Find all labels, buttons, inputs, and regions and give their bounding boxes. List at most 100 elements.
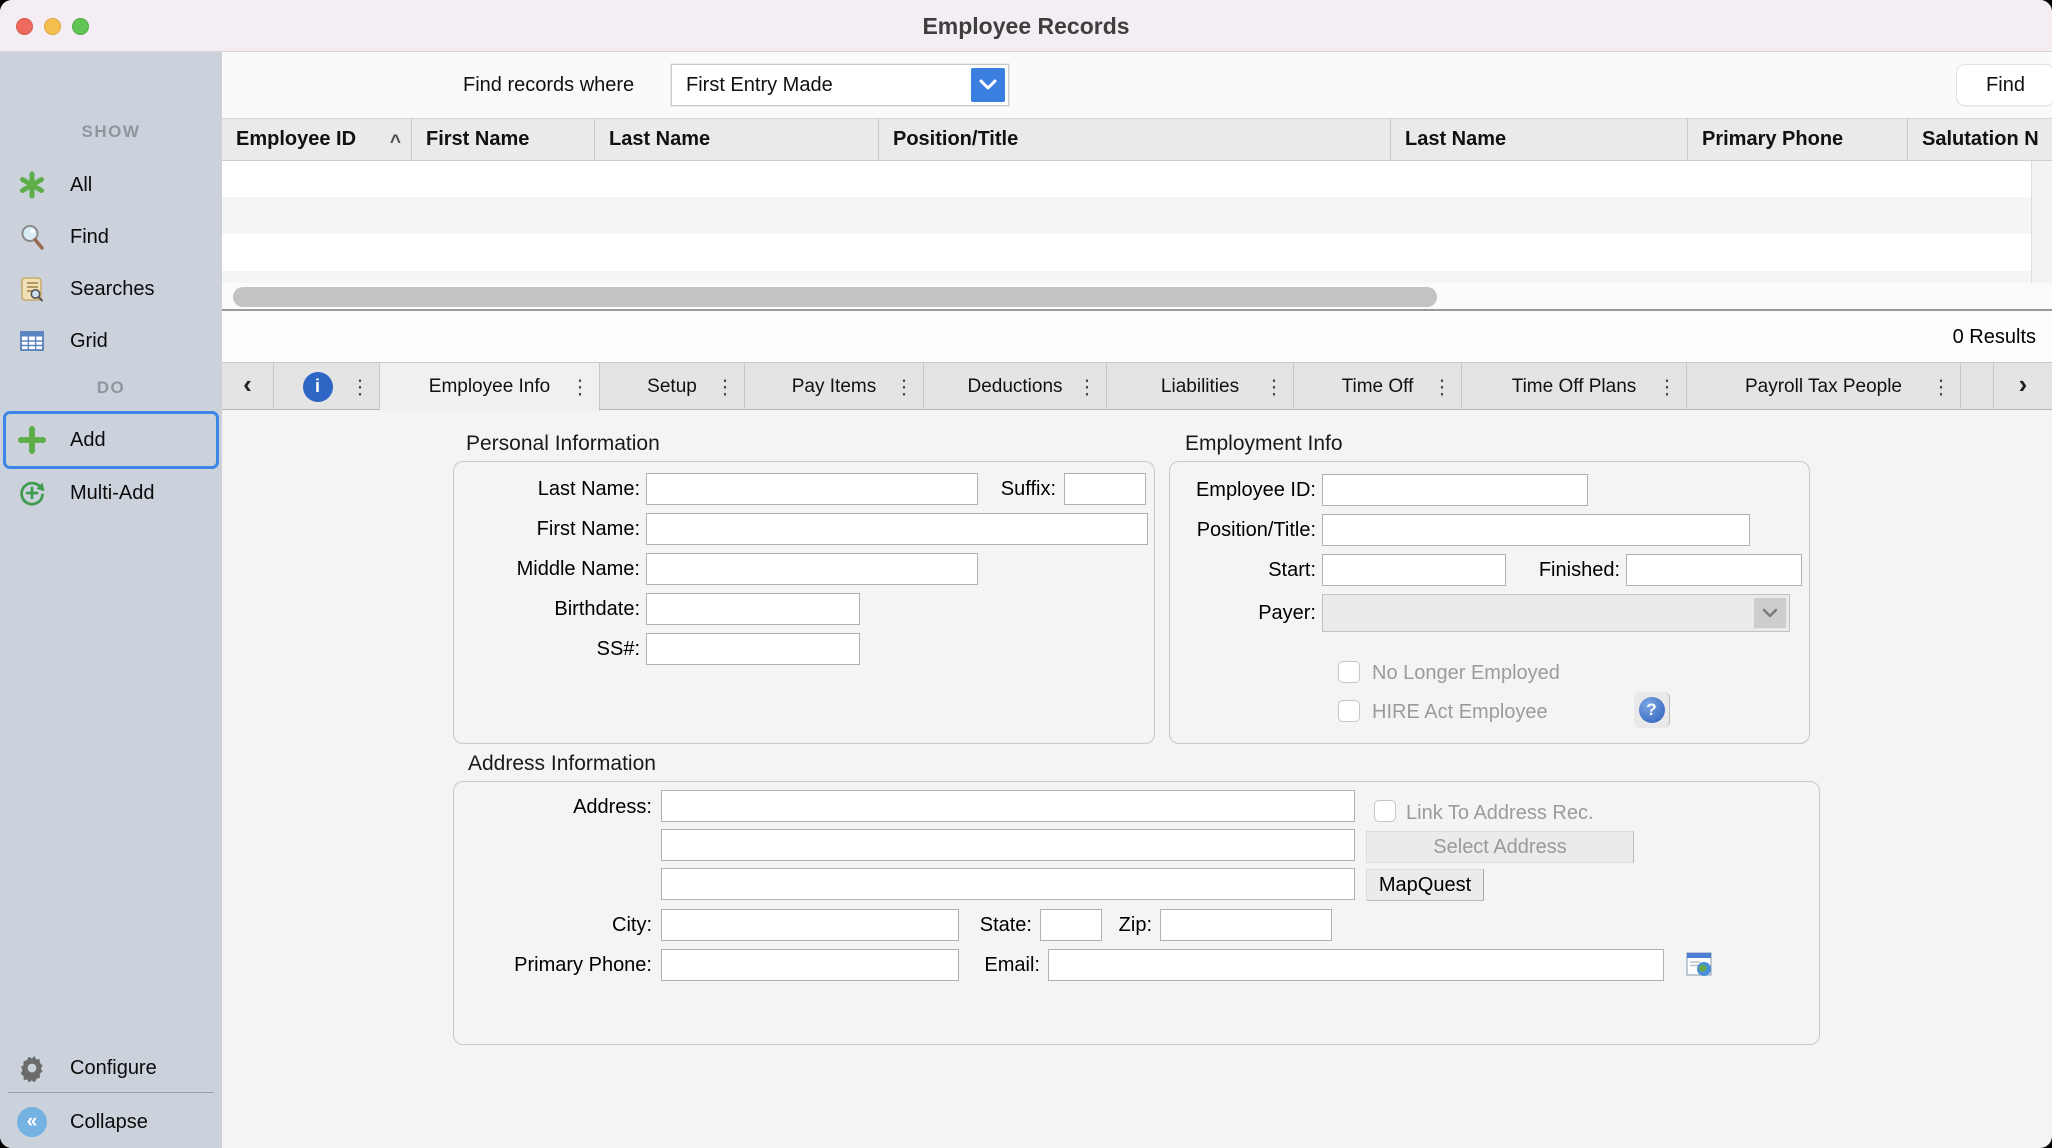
sidebar-item-collapse[interactable]: « Collapse (0, 1105, 222, 1139)
city-field[interactable] (661, 909, 959, 941)
field-dropdown[interactable]: First Entry Made (671, 64, 1009, 106)
more-options-icon[interactable]: ⋮ (350, 374, 370, 399)
tab-record-info[interactable]: i ⋮ (274, 363, 380, 410)
results-table-body (222, 161, 2052, 283)
tab-deductions[interactable]: Deductions ⋮ (924, 363, 1107, 410)
results-count: 0 Results (1953, 311, 2036, 363)
collapse-icon: « (16, 1106, 48, 1138)
sidebar-section-show: SHOW (0, 122, 222, 142)
email-label: Email: (960, 954, 1040, 977)
column-header-last-name[interactable]: Last Name (595, 119, 879, 160)
hire-act-label: HIRE Act Employee (1372, 701, 1548, 724)
find-button[interactable]: Find (1956, 64, 2052, 106)
tab-setup[interactable]: Setup ⋮ (600, 363, 745, 410)
select-address-button[interactable]: Select Address (1366, 831, 1634, 863)
column-header-last-name-2[interactable]: Last Name (1391, 119, 1688, 160)
horizontal-scrollbar-thumb[interactable] (233, 287, 1437, 307)
more-options-icon[interactable]: ⋮ (1077, 374, 1097, 399)
results-status-row: 0 Results (222, 311, 2052, 363)
find-bar: Find records where First Entry Made Find… (222, 52, 2052, 118)
first-name-field[interactable] (646, 513, 1148, 545)
plus-icon (16, 424, 48, 456)
more-options-icon[interactable]: ⋮ (1432, 374, 1452, 399)
address-line-1-field[interactable] (661, 790, 1355, 822)
gear-icon (16, 1052, 48, 1084)
ssn-field[interactable] (646, 633, 860, 665)
sort-ascending-icon: ^ (390, 122, 401, 160)
more-options-icon[interactable]: ⋮ (1264, 374, 1284, 399)
position-title-field[interactable] (1322, 514, 1750, 546)
chevron-down-icon[interactable] (1754, 598, 1786, 628)
employee-id-field[interactable] (1322, 474, 1588, 506)
column-header-first-name[interactable]: First Name (412, 119, 595, 160)
more-options-icon[interactable]: ⋮ (570, 375, 590, 400)
table-row (222, 197, 2052, 234)
tab-time-off-plans[interactable]: Time Off Plans ⋮ (1462, 363, 1687, 410)
tab-pay-items[interactable]: Pay Items ⋮ (745, 363, 924, 410)
sidebar-item-searches[interactable]: Searches (0, 272, 222, 306)
sidebar-item-label: Grid (70, 324, 108, 358)
asterisk-icon (16, 169, 48, 201)
address-information-heading: Address Information (468, 752, 656, 776)
more-options-icon[interactable]: ⋮ (715, 374, 735, 399)
primary-phone-field[interactable] (661, 949, 959, 981)
position-title-label: Position/Title: (1096, 519, 1316, 542)
column-header-position-title[interactable]: Position/Title (879, 119, 1391, 160)
first-name-label: First Name: (420, 518, 640, 541)
more-options-icon[interactable]: ⋮ (1931, 374, 1951, 399)
start-date-field[interactable] (1322, 554, 1506, 586)
sidebar-item-multi-add[interactable]: Multi-Add (0, 476, 222, 510)
email-browser-icon[interactable] (1686, 951, 1713, 978)
no-longer-employed-label: No Longer Employed (1372, 662, 1560, 685)
payer-dropdown[interactable] (1322, 594, 1790, 632)
title-bar: Employee Records (0, 0, 2052, 52)
middle-name-label: Middle Name: (420, 558, 640, 581)
help-button[interactable]: ? (1634, 692, 1670, 728)
sidebar-item-grid[interactable]: Grid (0, 324, 222, 358)
email-field[interactable] (1048, 949, 1664, 981)
link-to-address-checkbox[interactable] (1374, 800, 1396, 822)
sidebar-item-find[interactable]: Find (0, 220, 222, 254)
horizontal-scrollbar-track[interactable] (222, 283, 2052, 309)
payer-label: Payer: (1096, 602, 1316, 625)
vertical-scrollbar-track[interactable] (2031, 161, 2052, 283)
sidebar-section-do: DO (0, 378, 222, 398)
tab-employee-info[interactable]: Employee Info ⋮ (380, 363, 600, 411)
tab-time-off[interactable]: Time Off ⋮ (1294, 363, 1462, 410)
address-line-2-field[interactable] (661, 829, 1355, 861)
hire-act-checkbox[interactable] (1338, 700, 1360, 722)
chevron-left-icon: ‹ (243, 369, 252, 404)
sidebar-item-label: Searches (70, 272, 155, 306)
start-label: Start: (1096, 559, 1316, 582)
birthdate-field[interactable] (646, 593, 860, 625)
address-line-3-field[interactable] (661, 868, 1355, 900)
last-name-field[interactable] (646, 473, 978, 505)
chevron-down-icon[interactable] (971, 68, 1005, 102)
column-header-employee-id[interactable]: Employee ID ^ (222, 119, 412, 160)
tabs-scroll-right-button[interactable]: › (1994, 363, 2052, 410)
sidebar-item-configure[interactable]: Configure (0, 1051, 222, 1085)
more-options-icon[interactable]: ⋮ (1657, 374, 1677, 399)
tabs-scroll-left-button[interactable]: ‹ (222, 363, 274, 410)
address-label: Address: (432, 796, 652, 819)
more-options-icon[interactable]: ⋮ (894, 374, 914, 399)
suffix-label: Suffix: (986, 478, 1056, 501)
field-dropdown-value: First Entry Made (686, 65, 833, 105)
results-table-header: Employee ID ^ First Name Last Name Posit… (222, 118, 2052, 161)
last-name-label: Last Name: (420, 478, 640, 501)
finished-label: Finished: (1500, 559, 1620, 582)
no-longer-employed-checkbox[interactable] (1338, 661, 1360, 683)
sidebar-item-add[interactable]: Add (0, 423, 222, 457)
middle-name-field[interactable] (646, 553, 978, 585)
column-header-primary-phone[interactable]: Primary Phone (1688, 119, 1908, 160)
mapquest-button[interactable]: MapQuest (1366, 869, 1484, 901)
zip-field[interactable] (1160, 909, 1332, 941)
tab-bar: ‹ i ⋮ Employee Info ⋮ Setup ⋮ Pay Items … (222, 363, 2052, 410)
app-window: Employee Records SHOW All Find Searches (0, 0, 2052, 1148)
finished-date-field[interactable] (1626, 554, 1802, 586)
column-header-salutation[interactable]: Salutation N (1908, 119, 2052, 160)
tab-liabilities[interactable]: Liabilities ⋮ (1107, 363, 1294, 410)
sidebar-item-all[interactable]: All (0, 168, 222, 202)
tab-payroll-tax-people[interactable]: Payroll Tax People ⋮ (1687, 363, 1961, 410)
chevron-right-icon: › (2019, 369, 2028, 404)
